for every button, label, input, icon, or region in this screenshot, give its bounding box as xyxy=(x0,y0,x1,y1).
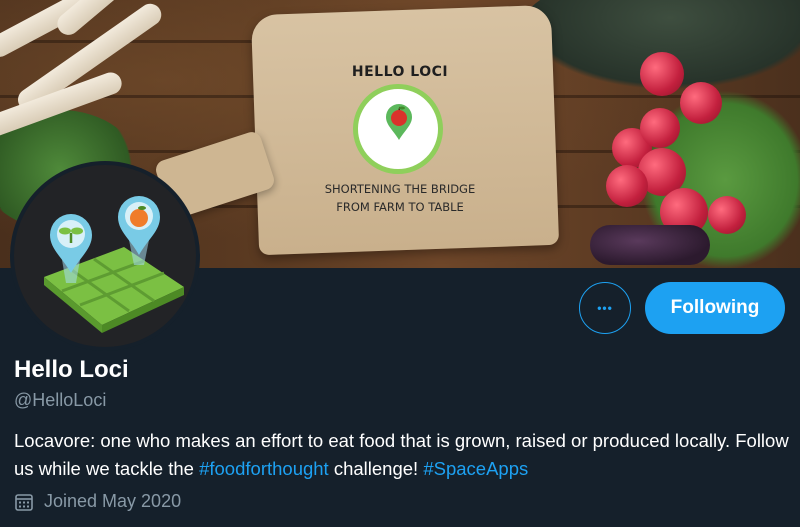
banner-subtitle-line-2: FROM FARM TO TABLE xyxy=(336,200,464,214)
hashtag-link-foodforthought[interactable]: #foodforthought xyxy=(199,458,329,479)
map-pins-logo-icon xyxy=(44,196,184,333)
profile-bio: Locavore: one who makes an effort to eat… xyxy=(14,427,789,483)
profile-name: Hello Loci xyxy=(14,356,129,383)
banner-subtitle-line-1: SHORTENING THE BRIDGE xyxy=(324,182,476,196)
calendar-icon xyxy=(15,493,33,511)
profile-page: HELLO LOCI SHORTENING THE BRIDGE FROM FA… xyxy=(0,0,800,527)
radish-decoration xyxy=(680,82,722,124)
banner-title: HELLO LOCI xyxy=(351,64,449,80)
joined-date: Joined May 2020 xyxy=(14,491,181,512)
more-options-button[interactable]: ••• xyxy=(579,282,631,334)
apple-pin-icon xyxy=(386,104,412,140)
avatar[interactable] xyxy=(14,165,196,347)
bio-text: challenge! xyxy=(328,458,424,479)
profile-handle: @HelloLoci xyxy=(14,390,107,410)
radish-decoration xyxy=(708,196,746,234)
banner-subtitle: SHORTENING THE BRIDGE FROM FARM TO TABLE xyxy=(300,180,500,216)
radish-decoration xyxy=(606,165,648,207)
eggplant-decoration xyxy=(590,225,710,265)
hashtag-link-spaceapps[interactable]: #SpaceApps xyxy=(423,458,528,479)
radish-decoration xyxy=(640,108,680,148)
radish-decoration xyxy=(640,52,684,96)
following-button[interactable]: Following xyxy=(645,282,785,334)
joined-date-text: Joined May 2020 xyxy=(44,491,182,511)
more-horizontal-icon: ••• xyxy=(597,301,613,315)
